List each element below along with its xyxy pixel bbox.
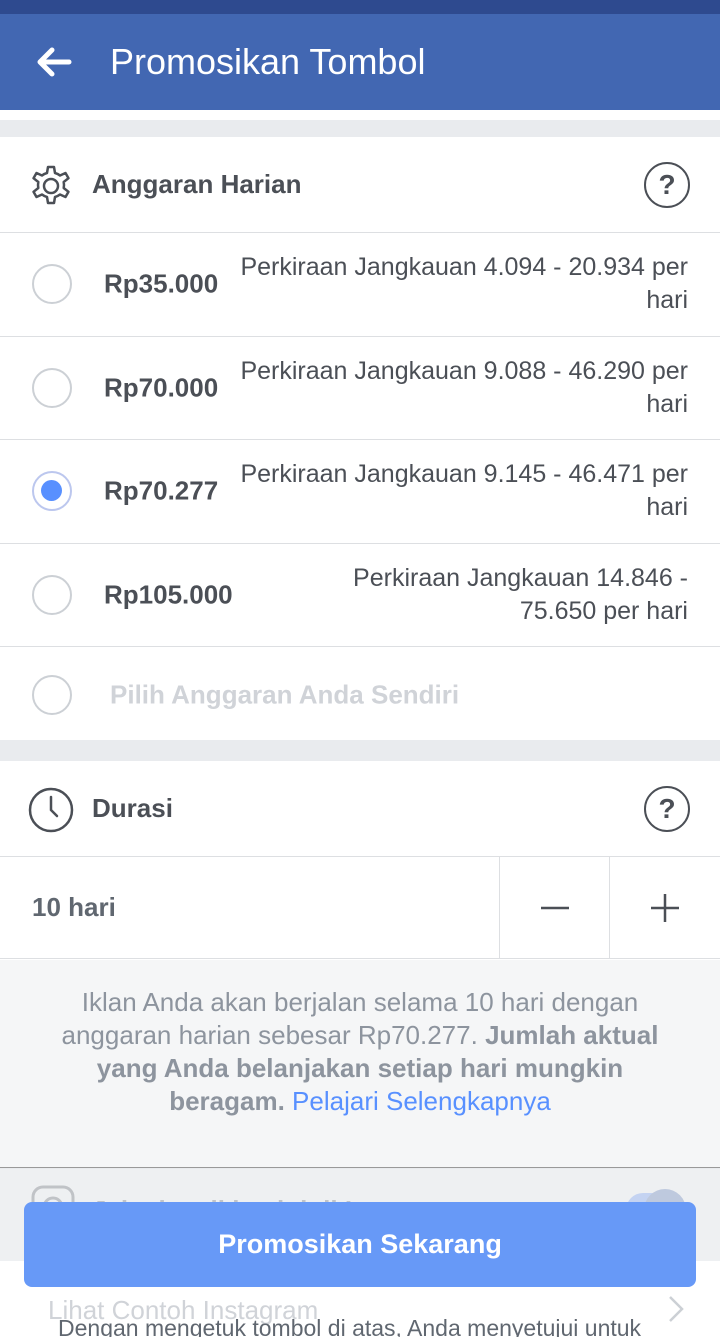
radio-button[interactable]	[32, 264, 72, 305]
budget-header: Anggaran Harian ?	[0, 137, 720, 233]
duration-stepper: 10 hari	[0, 857, 720, 959]
promote-now-button[interactable]: Promosikan Sekarang	[24, 1202, 696, 1287]
decrement-button[interactable]	[499, 857, 609, 958]
learn-more-link[interactable]: Pelajari Selengkapnya	[292, 1086, 551, 1116]
duration-value: 10 hari	[32, 892, 116, 922]
status-bar	[0, 0, 720, 14]
budget-reach: Perkiraan Jangkauan 14.846 - 75.650 per …	[353, 563, 688, 625]
radio-button[interactable]	[32, 574, 72, 615]
chevron-right-icon	[669, 1296, 684, 1322]
minus-icon	[540, 906, 569, 909]
budget-help-icon[interactable]: ?	[644, 162, 690, 208]
app-header: Promosikan Tombol	[0, 14, 720, 110]
back-button[interactable]	[0, 14, 110, 110]
budget-option-custom[interactable]: Pilih Anggaran Anda Sendiri	[0, 647, 720, 742]
gear-icon	[32, 165, 70, 205]
duration-section-label: Durasi	[92, 793, 173, 823]
budget-price: Rp35.000	[104, 268, 219, 299]
duration-help-icon[interactable]: ?	[644, 786, 690, 832]
radio-button[interactable]	[32, 674, 72, 715]
budget-section-label: Anggaran Harian	[92, 169, 302, 199]
budget-option-35000[interactable]: Rp35.000 Perkiraan Jangkauan 4.094 - 20.…	[0, 233, 720, 337]
budget-reach: Perkiraan Jangkauan 9.088 - 46.290 per h…	[240, 356, 688, 418]
increment-button[interactable]	[609, 857, 720, 958]
clock-icon	[28, 787, 74, 833]
duration-card: Durasi ? 10 hari	[0, 761, 720, 960]
budget-price: Rp70.000	[104, 372, 219, 403]
budget-card: Anggaran Harian ? Rp35.000 Perkiraan Jan…	[0, 137, 720, 740]
arrow-left-icon	[37, 47, 72, 77]
custom-budget-label: Pilih Anggaran Anda Sendiri	[110, 679, 460, 709]
budget-price: Rp105.000	[104, 579, 233, 610]
budget-reach: Perkiraan Jangkauan 9.145 - 46.471 per h…	[240, 460, 688, 522]
budget-price: Rp70.277	[104, 475, 219, 506]
page-title: Promosikan Tombol	[110, 41, 426, 82]
budget-option-70000[interactable]: Rp70.000 Perkiraan Jangkauan 9.088 - 46.…	[0, 337, 720, 440]
legal-text: Dengan mengetuk tombol di atas, Anda men…	[58, 1315, 642, 1337]
duration-note: Iklan Anda akan berjalan selama 10 hari …	[0, 960, 720, 1168]
divider-strip	[0, 110, 720, 120]
budget-option-105000[interactable]: Rp105.000 Perkiraan Jangkauan 14.846 - 7…	[0, 544, 720, 647]
radio-button-selected[interactable]	[32, 471, 72, 512]
duration-header: Durasi ?	[0, 761, 720, 857]
budget-reach: Perkiraan Jangkauan 4.094 - 20.934 per h…	[240, 253, 688, 315]
radio-button[interactable]	[32, 367, 72, 408]
budget-option-70277[interactable]: Rp70.277 Perkiraan Jangkauan 9.145 - 46.…	[0, 440, 720, 544]
plus-icon	[651, 893, 679, 922]
